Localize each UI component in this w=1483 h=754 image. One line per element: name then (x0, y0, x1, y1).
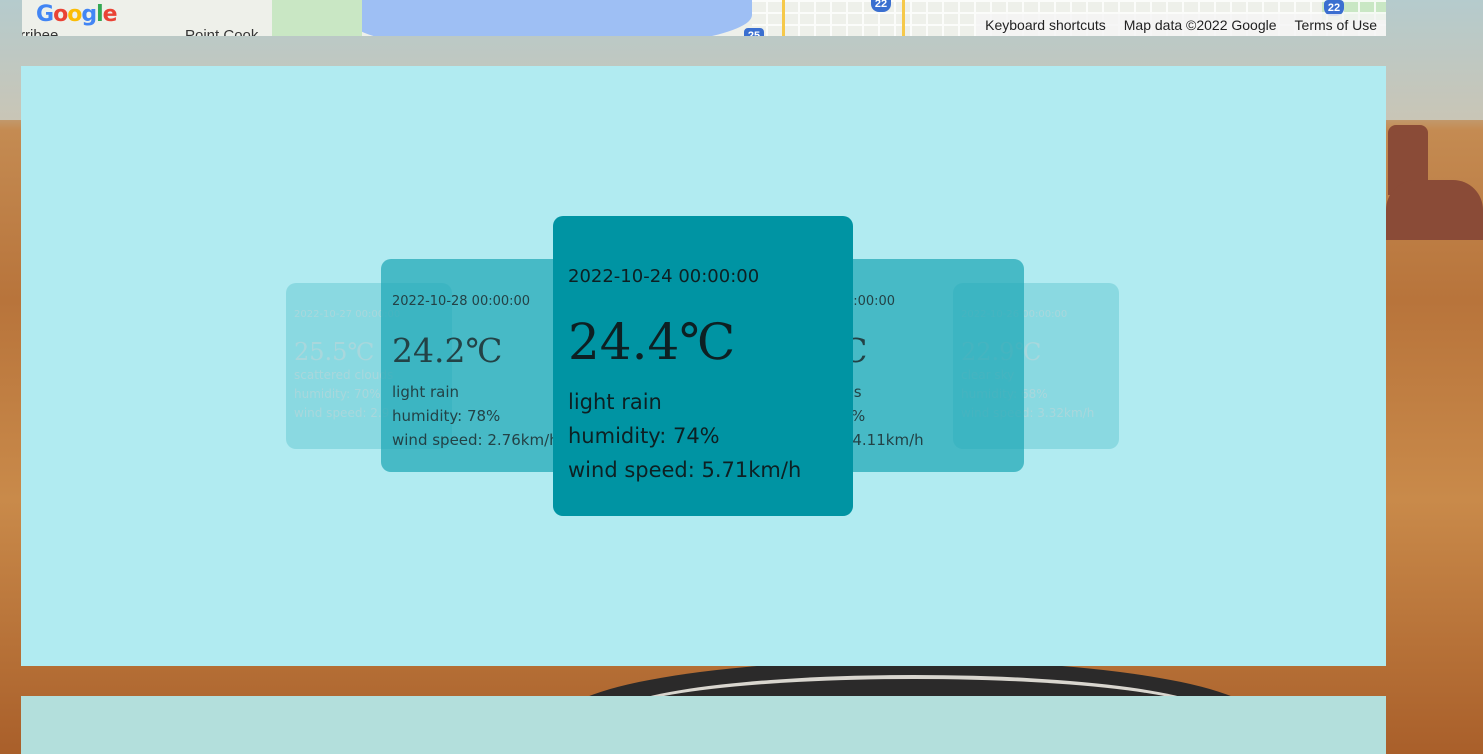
keyboard-shortcuts-link[interactable]: Keyboard shortcuts (976, 17, 1115, 33)
route-shield-icon: 25 (744, 28, 764, 36)
forecast-carousel: 2022-10-27 00:00:00 25.5℃ scattered clou… (21, 66, 1386, 666)
card-date: 2022-10-24 00:00:00 (568, 266, 760, 287)
map-water (352, 0, 752, 36)
background-butte (1386, 180, 1483, 240)
card-wind-speed: wind speed: 5.71km/h (568, 458, 802, 482)
map-data-label: Map data ©2022 Google (1123, 17, 1277, 33)
card-description: light rain (568, 390, 662, 414)
map-road (902, 0, 905, 36)
map-attribution: Keyboard shortcuts Map data ©2022 Google… (976, 14, 1386, 36)
map-road (782, 0, 785, 36)
card-temperature: 24.4℃ (568, 313, 736, 371)
card-humidity: humidity: 74% (568, 424, 720, 448)
forecast-card-active[interactable]: 2022-10-24 00:00:00 24.4℃ light rain hum… (553, 216, 853, 516)
map-place-label: Point Cook (185, 27, 259, 36)
route-shield-icon: 22 (871, 0, 891, 12)
map-park (272, 0, 362, 36)
bottom-panel (21, 696, 1386, 754)
terms-of-use-link[interactable]: Terms of Use (1286, 17, 1386, 33)
google-logo[interactable]: Google (36, 2, 118, 27)
map-place-label: rribee (22, 27, 59, 36)
map-embed[interactable]: 22 22 25 Google rribee Point Cook Keyboa… (22, 0, 1386, 36)
